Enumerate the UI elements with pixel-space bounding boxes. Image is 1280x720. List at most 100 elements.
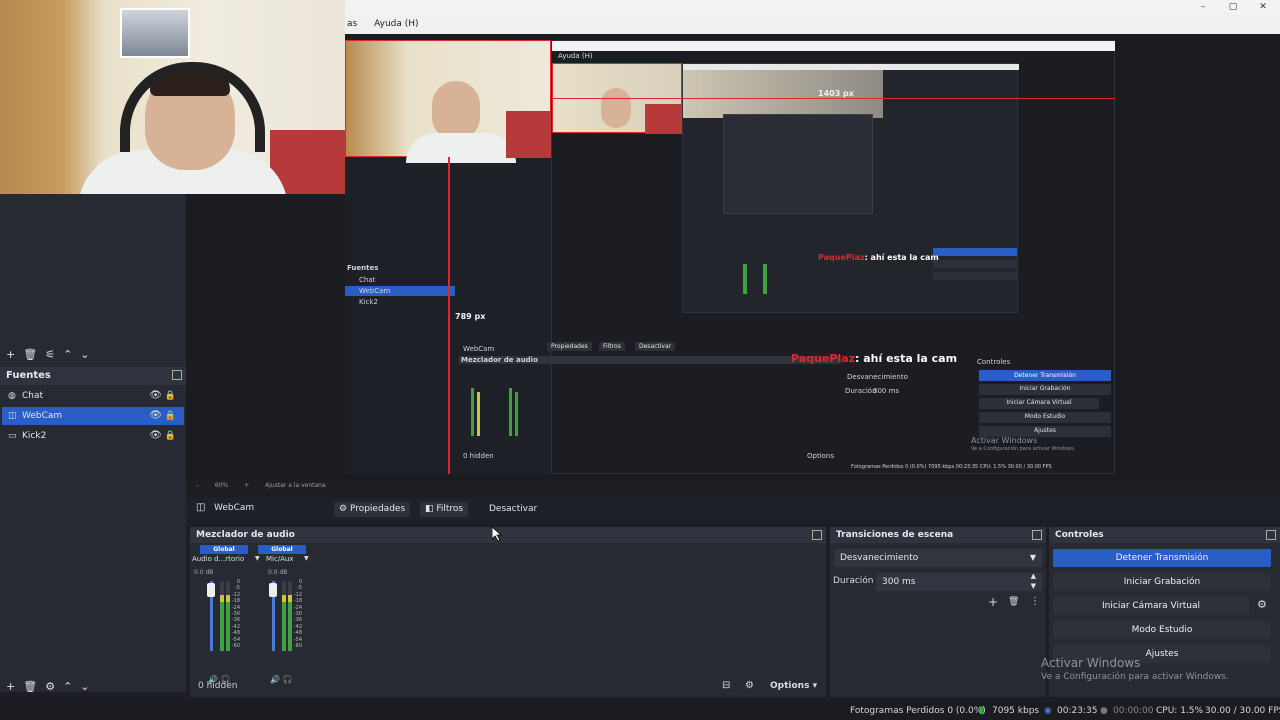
layout-toggle-icon[interactable]: ⊟ (722, 680, 730, 691)
nested-activate-title: Activar Windows (971, 436, 1038, 445)
start-virtual-camera-button[interactable]: Iniciar Cámara Virtual (1053, 597, 1249, 615)
transitions-title: Transiciones de escena (836, 530, 954, 540)
nested-meter-2b (515, 392, 518, 436)
source-name: Chat (22, 391, 44, 401)
filters-button[interactable]: ◧ Filtros (420, 502, 469, 517)
zoom-bar: – 60% + Ajustar a la ventana (186, 480, 1280, 492)
menu-item-help[interactable]: Ayuda (H) (374, 19, 418, 29)
nested-duration-value: 300 ms (873, 387, 900, 395)
duration-spinbox[interactable]: 300 ms ▲ ▼ (876, 571, 1042, 591)
options-label: Options (770, 681, 810, 691)
nested-webcam-label: WebCam (463, 345, 495, 353)
visibility-eye-icon[interactable]: 👁 (149, 427, 162, 445)
stepper-icon[interactable]: ▲ ▼ (1031, 571, 1036, 591)
zoom-in-button[interactable]: + (244, 482, 249, 489)
transition-value: Desvanecimiento (840, 553, 919, 563)
db-tick: -60 (231, 643, 240, 650)
level-meter-left (282, 581, 286, 651)
nested-activate-sub: Ve a Configuración para activar Windows. (971, 446, 1076, 452)
properties-button[interactable]: ⚙ Propiedades (334, 502, 411, 517)
scenes-list[interactable] (0, 194, 186, 344)
window-icon: ▭ (8, 431, 17, 441)
audio-mixer-title: Mezclador de audio (196, 530, 295, 540)
advanced-audio-icon[interactable]: ⚙ (745, 680, 754, 691)
headphones-icon[interactable]: 🎧 (283, 675, 293, 684)
mixer-float-icon[interactable] (812, 530, 822, 540)
preview-canvas[interactable]: Ayuda (H) 1403 px PaquePlaz: ahí esta la… (345, 40, 1115, 474)
source-up-icon[interactable]: ⌃ (63, 680, 72, 693)
nested-face-2 (601, 88, 631, 128)
chevron-down-icon[interactable]: ▼ (304, 555, 309, 562)
visibility-eye-icon[interactable]: 👁 (149, 387, 162, 405)
controls-header: Controles (1049, 527, 1280, 543)
close-button[interactable]: ✕ (1248, 0, 1278, 14)
nested-options: Options (807, 452, 835, 460)
visibility-eye-icon[interactable]: 👁 (149, 407, 162, 425)
transition-menu-icon[interactable]: ⋮ (1030, 596, 1040, 607)
lock-icon[interactable]: 🔒 (165, 407, 176, 425)
controls-float-icon[interactable] (1266, 530, 1276, 540)
add-transition-icon[interactable]: + (988, 595, 998, 609)
lock-icon[interactable]: 🔒 (165, 387, 176, 405)
nested-inner-meter-2 (763, 264, 767, 294)
source-item-kick2[interactable]: ▭ Kick2 👁 🔒 (2, 427, 184, 445)
source-item-webcam[interactable]: ◫ WebCam 👁 🔒 (2, 407, 184, 425)
source-toolbar: ◫ WebCam ⚙ Propiedades ◧ Filtros Desacti… (186, 498, 1280, 520)
nested-start-virtual-cam: Iniciar Cámara Virtual (979, 398, 1099, 409)
deactivate-button[interactable]: Desactivar (484, 502, 542, 517)
db-tick: -18 (293, 598, 302, 605)
nested-deactivate: Desactivar (635, 342, 676, 351)
db-tick: -36 (293, 617, 302, 624)
nested-bed-2 (645, 104, 683, 134)
transitions-float-icon[interactable] (1032, 530, 1042, 540)
obs-window: – ▢ ✕ as Ayuda (H) Ayuda (H) 1403 px Paq… (0, 0, 1280, 720)
start-recording-button[interactable]: Iniciar Grabación (1053, 573, 1271, 591)
stop-streaming-button[interactable]: Detener Transmisión (1053, 549, 1271, 567)
transition-select[interactable]: Desvanecimiento ▼ (834, 549, 1042, 567)
fader-knob[interactable] (207, 583, 215, 597)
wall-picture (120, 8, 190, 58)
source-item-chat[interactable]: ◍ Chat 👁 🔒 (2, 387, 184, 405)
record-time: 00:00:00 (1113, 706, 1154, 716)
db-tick: -48 (293, 630, 302, 637)
remove-transition-icon[interactable]: 🗑 (1008, 597, 1019, 607)
zoom-out-button[interactable]: – (196, 482, 199, 489)
audio-mixer-dock: Mezclador de audio Global Audio d...rtor… (190, 527, 826, 697)
nested-inner-btn-1 (933, 260, 1017, 268)
add-scene-icon[interactable]: + (6, 348, 15, 361)
nested-studio-mode: Modo Estudio (979, 412, 1111, 423)
remove-scene-icon[interactable]: 🗑 (23, 348, 37, 361)
lock-icon[interactable]: 🔒 (165, 427, 176, 445)
channel-global-badge: Global (258, 545, 306, 554)
scene-up-icon[interactable]: ⌃ (63, 348, 72, 361)
sources-float-icon[interactable] (172, 370, 182, 380)
watermark-title: Activar Windows (1041, 656, 1141, 670)
nested-face (432, 81, 480, 141)
source-down-icon[interactable]: ⌄ (80, 680, 89, 693)
hidden-count: 0 hidden (198, 681, 238, 691)
menu-item-partial[interactable]: as (347, 19, 357, 29)
mouse-cursor-icon (492, 527, 502, 541)
add-source-icon[interactable]: + (6, 680, 15, 693)
source-name: WebCam (22, 411, 63, 421)
remove-source-icon[interactable]: 🗑 (23, 680, 37, 693)
watermark-subtitle: Ve a Configuración para activar Windows. (1041, 672, 1229, 682)
studio-mode-button[interactable]: Modo Estudio (1053, 621, 1271, 639)
dropped-frames: Fotogramas Perdidos 0 (0.0%) (850, 706, 986, 716)
mixer-options-button[interactable]: Options ▾ (770, 681, 817, 691)
cpu-usage: CPU: 1.5% (1156, 706, 1204, 716)
scene-filter-icon[interactable]: ⚟ (45, 348, 55, 361)
audio-mixer-header: Mezclador de audio (190, 527, 826, 543)
fit-to-window-select[interactable]: Ajustar a la ventana (265, 482, 326, 489)
restore-button[interactable]: ▢ (1218, 0, 1248, 14)
minimize-button[interactable]: – (1188, 0, 1218, 14)
scene-down-icon[interactable]: ⌄ (80, 348, 89, 361)
nested-stop-stream: Detener Transmisión (979, 370, 1111, 381)
speaker-icon[interactable]: 🔊 (270, 675, 280, 684)
source-settings-icon[interactable]: ⚙ (45, 680, 55, 693)
menu-bar: as Ayuda (H) (345, 14, 1280, 34)
fader-knob[interactable] (269, 583, 277, 597)
preview-area[interactable]: Ayuda (H) 1403 px PaquePlaz: ahí esta la… (186, 34, 1280, 480)
globe-icon: ◍ (8, 391, 16, 401)
virtual-camera-settings-gear-icon[interactable]: ⚙ (1257, 598, 1267, 611)
